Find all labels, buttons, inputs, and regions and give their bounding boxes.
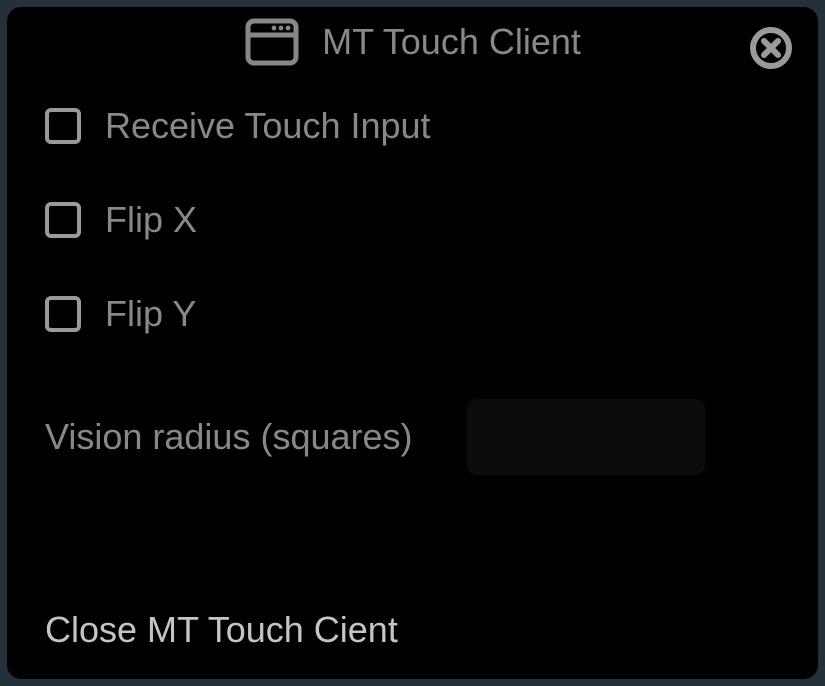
titlebar: MT Touch Client xyxy=(7,7,818,77)
label-receive-touch-input: Receive Touch Input xyxy=(105,105,431,147)
checkbox-flip-x[interactable] xyxy=(45,202,81,238)
title-wrap: MT Touch Client xyxy=(244,17,581,67)
option-flip-x: Flip X xyxy=(45,199,780,241)
close-icon xyxy=(748,25,794,71)
close-client-link[interactable]: Close MT Touch Cient xyxy=(45,609,398,651)
close-button[interactable] xyxy=(748,25,794,71)
vision-radius-row: Vision radius (squares) xyxy=(45,399,780,475)
label-flip-x: Flip X xyxy=(105,199,197,241)
window-icon xyxy=(244,17,300,67)
label-flip-y: Flip Y xyxy=(105,293,196,335)
content-area: Receive Touch Input Flip X Flip Y Vision… xyxy=(7,77,818,475)
checkbox-receive-touch-input[interactable] xyxy=(45,108,81,144)
window-container: MT Touch Client Receive Touch Input Flip… xyxy=(7,7,818,679)
option-flip-y: Flip Y xyxy=(45,293,780,335)
option-receive-touch-input: Receive Touch Input xyxy=(45,105,780,147)
input-vision-radius[interactable] xyxy=(467,399,705,475)
checkbox-flip-y[interactable] xyxy=(45,296,81,332)
label-vision-radius: Vision radius (squares) xyxy=(45,416,413,458)
window-title: MT Touch Client xyxy=(322,21,581,63)
